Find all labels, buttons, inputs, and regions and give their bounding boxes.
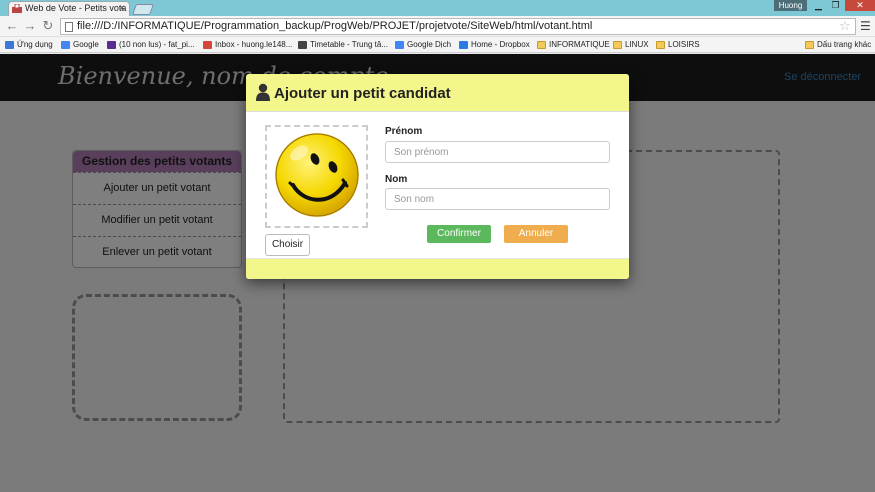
bookmark-label: INFORMATIQUE (549, 40, 610, 49)
smiley-face-icon (275, 133, 359, 217)
bookmark-timetable[interactable]: Timetable - Trung tâ... (298, 39, 388, 51)
choose-photo-button[interactable]: Choisir (265, 234, 310, 256)
tab-close-icon[interactable]: × (119, 2, 125, 15)
minimize-icon[interactable]: ▁ (811, 0, 826, 11)
bookmark-label: Inbox - huong.le148... (215, 40, 293, 49)
avatar-frame (265, 125, 368, 228)
bookmarks-bar: Ứng dụng Google (10 non lus) - fat_pi...… (0, 37, 875, 53)
lastname-input[interactable] (385, 188, 610, 210)
confirm-button[interactable]: Confirmer (427, 225, 491, 243)
cancel-button[interactable]: Annuler (504, 225, 568, 243)
bookmark-label: Ứng dụng (17, 40, 53, 49)
bookmark-folder-linux[interactable]: LINUX (613, 39, 649, 51)
back-arrow-icon[interactable]: ← (5, 19, 19, 33)
modal-footer (246, 258, 629, 279)
folder-icon (805, 41, 814, 49)
gmail-icon (203, 41, 212, 49)
url-text: file:///D:/INFORMATIQUE/Programmation_ba… (77, 20, 593, 32)
forward-arrow-icon[interactable]: → (23, 19, 37, 33)
tab-title: Web de Vote - Petits vota (25, 3, 127, 13)
apps-icon (5, 41, 14, 49)
bookmark-label: Google Dịch (407, 40, 452, 49)
yahoo-mail-icon (107, 41, 116, 49)
maximize-icon[interactable]: ❐ (828, 0, 843, 11)
user-icon (256, 83, 270, 101)
other-bookmarks[interactable]: Dấu trang khác (805, 39, 871, 51)
dropbox-icon (459, 41, 468, 49)
vote-favicon-icon (12, 4, 22, 13)
folder-icon (537, 41, 546, 49)
google-icon (61, 41, 70, 49)
bookmark-label: Home - Dropbox (471, 40, 530, 49)
modal-header: Ajouter un petit candidat (246, 74, 629, 112)
modal-title: Ajouter un petit candidat (274, 85, 451, 102)
bookmark-label: (10 non lus) - fat_pi... (119, 40, 195, 49)
firstname-label: Prénom (385, 126, 423, 137)
translate-icon (395, 41, 404, 49)
bookmark-gmail[interactable]: Inbox - huong.le148... (203, 39, 292, 51)
add-candidate-modal: Ajouter un petit candidat Choisir Prénom… (246, 74, 629, 279)
reload-icon[interactable]: ↻ (41, 19, 55, 33)
bookmark-label: Dấu trang khác (817, 40, 872, 49)
bookmark-apps[interactable]: Ứng dụng (5, 39, 53, 51)
folder-icon (613, 41, 622, 49)
bookmark-label: LOISIRS (668, 40, 700, 49)
page-icon (65, 22, 73, 32)
window-close-icon[interactable]: ✕ (845, 0, 875, 11)
bookmark-star-icon[interactable]: ☆ (839, 18, 851, 34)
browser-toolbar: ← → ↻ file:///D:/INFORMATIQUE/Programmat… (0, 16, 875, 37)
lastname-label: Nom (385, 174, 408, 185)
firstname-input[interactable] (385, 141, 610, 163)
new-tab-button[interactable] (131, 4, 155, 15)
bookmark-yahoo[interactable]: (10 non lus) - fat_pi... (107, 39, 195, 51)
folder-icon (656, 41, 665, 49)
bookmark-folder-informatique[interactable]: INFORMATIQUE (537, 39, 610, 51)
bookmark-folder-loisirs[interactable]: LOISIRS (656, 39, 700, 51)
address-bar[interactable]: file:///D:/INFORMATIQUE/Programmation_ba… (60, 18, 856, 35)
browser-tab[interactable]: Web de Vote - Petits vota × (8, 1, 130, 16)
bookmark-label: LINUX (625, 40, 649, 49)
bookmark-dropbox[interactable]: Home - Dropbox (459, 39, 530, 51)
profile-badge[interactable]: Huong (774, 0, 807, 11)
timetable-icon (298, 41, 307, 49)
bookmark-translate[interactable]: Google Dịch (395, 39, 451, 51)
menu-icon[interactable]: ☰ (860, 19, 871, 33)
bookmark-google[interactable]: Google (61, 39, 99, 51)
bookmark-label: Timetable - Trung tâ... (310, 40, 388, 49)
bookmark-label: Google (73, 40, 99, 49)
browser-titlebar: Web de Vote - Petits vota × Huong ▁ ❐ ✕ (0, 0, 875, 16)
